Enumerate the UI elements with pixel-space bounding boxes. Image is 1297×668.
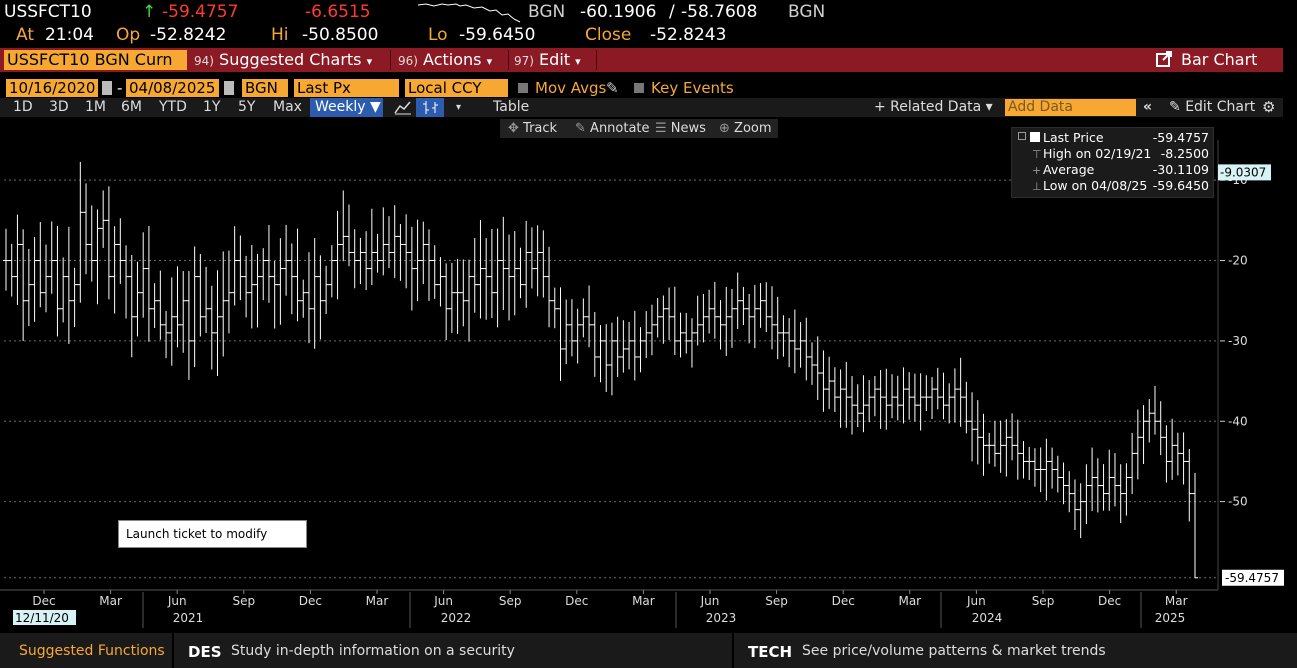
x-month-label: Dec <box>565 594 588 608</box>
x-year-label: 2023 <box>706 611 737 625</box>
tech-function-description[interactable]: See price/volume patterns & market trend… <box>802 643 1106 659</box>
des-function-code[interactable]: DES <box>188 643 222 661</box>
x-year-label: 2025 <box>1155 611 1186 625</box>
footer-divider <box>172 633 174 668</box>
average-marker-icon: + <box>1032 164 1042 177</box>
low-marker-icon: ⊥ <box>1032 180 1042 193</box>
x-month-label: Mar <box>366 594 389 608</box>
x-year-label: 2021 <box>173 611 204 625</box>
legend-low-label: Low on 04/08/25 <box>1043 178 1148 193</box>
x-month-label: Dec <box>1098 594 1121 608</box>
legend-average-value: -30.1109 <box>1152 162 1209 177</box>
legend-collapse-icon[interactable] <box>1018 132 1026 140</box>
legend-low-value: -59.6450 <box>1152 178 1209 193</box>
last-price-tag-label: -59.4757 <box>1225 571 1279 585</box>
x-month-label: Jun <box>167 594 187 608</box>
x-month-label: Dec <box>832 594 855 608</box>
x-month-label: Mar <box>1165 594 1188 608</box>
x-month-label: Dec <box>32 594 55 608</box>
legend-high-label: High on 02/19/21 <box>1043 146 1152 161</box>
legend-high-value: -8.2500 <box>1160 146 1209 161</box>
x-month-label: Sep <box>499 594 522 608</box>
tech-function-code[interactable]: TECH <box>748 643 792 661</box>
route-tooltip: Launch ticket to modify route. <box>118 520 307 567</box>
y-axis: -10-20-30-40-50-59.4757-9.0307 <box>1217 140 1284 590</box>
x-month-label: Mar <box>632 594 655 608</box>
x-month-label: Sep <box>232 594 255 608</box>
high-marker-icon: ⊤ <box>1032 148 1042 161</box>
x-month-label: Jun <box>433 594 453 608</box>
x-month-label: Sep <box>1032 594 1055 608</box>
chart-legend[interactable]: Last Price -59.4757 ⊤ High on 02/19/21 -… <box>1011 127 1214 198</box>
legend-average-label: Average <box>1043 162 1095 177</box>
high-price-tag-label: -9.0307 <box>1220 165 1266 179</box>
x-month-label: Mar <box>99 594 122 608</box>
x-year-label: 2022 <box>441 611 472 625</box>
y-tick-label: -30 <box>1228 334 1248 348</box>
legend-color-swatch <box>1030 132 1040 142</box>
chart-gridlines <box>4 179 1218 579</box>
des-function-description[interactable]: Study in-depth information on a security <box>231 643 515 659</box>
y-tick-label: -20 <box>1228 254 1248 268</box>
x-year-label: 2024 <box>972 611 1003 625</box>
x-month-label: Sep <box>765 594 788 608</box>
x-axis: Dec Mar Jun Sep Dec Mar Jun Sep Dec Mar Jun Sep Dec M… <box>0 589 1218 628</box>
x-month-label: Jun <box>700 594 720 608</box>
x-month-label: Dec <box>299 594 322 608</box>
footer-divider <box>732 633 734 668</box>
legend-last-label: Last Price <box>1043 130 1104 145</box>
x-month-label: Jun <box>966 594 986 608</box>
chart-bars <box>3 161 1198 579</box>
y-tick-label: -50 <box>1228 495 1248 509</box>
suggested-functions-label: Suggested Functions <box>19 643 165 659</box>
first-date-label: 12/11/20 <box>15 611 69 625</box>
x-month-label: Mar <box>898 594 921 608</box>
legend-last-value: -59.4757 <box>1152 130 1209 145</box>
y-tick-label: -40 <box>1228 414 1248 428</box>
